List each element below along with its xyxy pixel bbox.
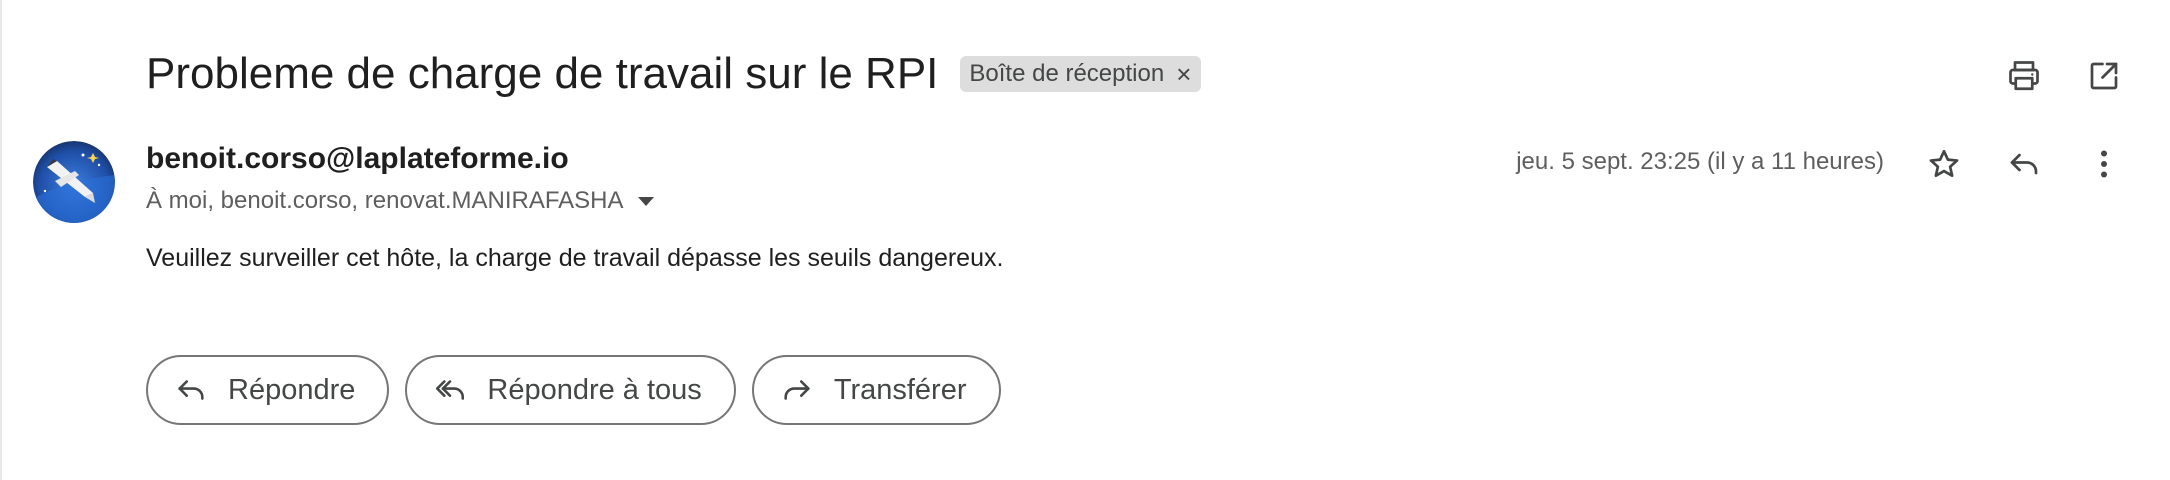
show-details-dropdown-icon[interactable] bbox=[637, 196, 654, 206]
open-in-new-window-icon bbox=[2090, 62, 2118, 90]
printer-icon bbox=[2009, 61, 2039, 91]
reply-icon bbox=[178, 380, 204, 400]
label-chip-text: Boîte de réception bbox=[969, 60, 1165, 87]
reply-icon bbox=[2010, 153, 2038, 175]
reply-all-button-label: Répondre à tous bbox=[487, 373, 702, 406]
message-body: Veuillez surveiller cet hôte, la charge … bbox=[146, 244, 1004, 272]
reply-all-button[interactable]: Répondre à tous bbox=[405, 355, 736, 425]
sender-email[interactable]: benoit.corso@laplateforme.io bbox=[146, 142, 569, 176]
reply-all-icon bbox=[436, 380, 465, 400]
remove-label-icon[interactable]: × bbox=[1176, 61, 1191, 87]
thread-toolbar bbox=[1998, 50, 2130, 102]
star-icon bbox=[1929, 149, 1959, 178]
more-options-button[interactable] bbox=[2078, 138, 2130, 190]
reply-button[interactable]: Répondre bbox=[146, 355, 390, 425]
star-button[interactable] bbox=[1918, 138, 1970, 190]
email-subject: Probleme de charge de travail sur le RPI bbox=[146, 49, 939, 98]
message-actions bbox=[1918, 138, 2130, 190]
space-shuttle-avatar-icon bbox=[33, 141, 115, 223]
forward-icon bbox=[784, 380, 810, 400]
left-border bbox=[0, 0, 2, 480]
open-in-new-window-button[interactable] bbox=[2078, 50, 2130, 102]
avatar bbox=[33, 141, 115, 223]
subject-row: Probleme de charge de travail sur le RPI… bbox=[146, 44, 1202, 104]
message-date: jeu. 5 sept. 23:25 (il y a 11 heures) bbox=[1516, 148, 1884, 175]
forward-button[interactable]: Transférer bbox=[751, 355, 1001, 425]
forward-button-label: Transférer bbox=[833, 373, 967, 406]
recipients-text: À moi, benoit.corso, renovat.MANIRAFASHA bbox=[146, 187, 624, 214]
reply-button-label: Répondre bbox=[228, 373, 356, 406]
more-vert-icon bbox=[2101, 150, 2107, 178]
reply-icon-button[interactable] bbox=[1998, 138, 2050, 190]
recipients-line: À moi, benoit.corso, renovat.MANIRAFASHA bbox=[146, 187, 654, 215]
reply-actions: Répondre Répondre à tous Transférer bbox=[146, 355, 1001, 425]
print-button[interactable] bbox=[1998, 50, 2050, 102]
inbox-label-chip[interactable]: Boîte de réception × bbox=[960, 56, 1202, 92]
